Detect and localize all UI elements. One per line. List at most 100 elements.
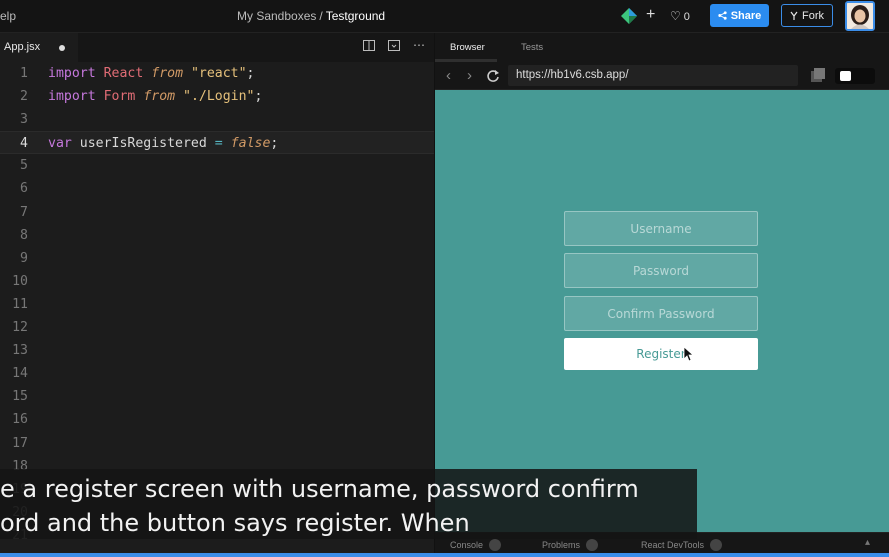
breadcrumb-separator: / xyxy=(319,9,323,23)
address-bar: ‹ › https://hb1v6.csb.app/ xyxy=(435,62,889,90)
line-number: 10 xyxy=(12,273,28,289)
more-options-icon[interactable]: ⋯ xyxy=(413,38,425,52)
line-number: 15 xyxy=(12,389,28,405)
caption-line-1: e a register screen with username, passw… xyxy=(0,475,639,503)
share-button[interactable]: Share xyxy=(710,4,769,27)
code-line[interactable]: 9 xyxy=(0,247,434,270)
line-number: 1 xyxy=(20,66,28,81)
line-number: 6 xyxy=(20,181,28,197)
code-line[interactable]: 11 xyxy=(0,293,434,316)
code-token: = xyxy=(214,136,223,152)
username-input[interactable] xyxy=(564,211,758,246)
refresh-icon[interactable] xyxy=(486,69,500,83)
devtools-tab-label: React DevTools xyxy=(641,540,705,550)
confirm-password-input[interactable] xyxy=(564,296,758,331)
caption-line-2: ord and the button says register. When xyxy=(0,509,470,537)
code-token: import xyxy=(48,89,96,105)
code-line[interactable]: 15 xyxy=(0,385,434,408)
code-token: ; xyxy=(246,66,255,81)
heart-icon: ♡ xyxy=(670,9,681,23)
code-token: userIsRegistered xyxy=(79,136,207,152)
code-line[interactable]: 8 xyxy=(0,224,434,247)
problems-count-badge xyxy=(586,539,599,551)
tab-react-devtools[interactable]: React DevTools xyxy=(641,539,723,551)
password-input[interactable] xyxy=(564,253,758,288)
share-icon xyxy=(718,11,727,20)
code-line[interactable]: 4 var userIsRegistered = false; xyxy=(0,131,434,155)
like-count: 0 xyxy=(683,11,690,23)
split-view-icon[interactable] xyxy=(363,40,375,54)
code-line[interactable]: 13 xyxy=(0,339,434,362)
breadcrumb-parent[interactable]: My Sandboxes xyxy=(237,9,316,23)
toggle-knob xyxy=(840,71,851,81)
code-line[interactable]: 12 xyxy=(0,316,434,339)
code-line[interactable]: 7 xyxy=(0,201,434,224)
line-number: 5 xyxy=(20,158,28,174)
preview-tab-bar: Browser Tests xyxy=(435,33,889,62)
code-text: import React from "react"; xyxy=(48,62,255,85)
console-tab-label: Console xyxy=(450,540,484,550)
tab-problems[interactable]: Problems xyxy=(542,539,599,551)
code-line[interactable]: 2 import Form from "./Login"; xyxy=(0,85,434,108)
line-number: 8 xyxy=(20,227,28,243)
mouse-cursor-icon xyxy=(683,346,693,362)
code-line[interactable]: 14 xyxy=(0,362,434,385)
code-token: ; xyxy=(254,89,263,105)
code-line[interactable]: 1 import React from "react"; xyxy=(0,62,434,85)
preview-toggle[interactable] xyxy=(835,68,875,84)
code-token: Form xyxy=(103,89,136,105)
line-number: 2 xyxy=(20,89,28,105)
url-field[interactable]: https://hb1v6.csb.app/ xyxy=(508,65,798,86)
code-token: ; xyxy=(270,136,279,152)
open-preview-icon[interactable] xyxy=(388,40,400,54)
console-count-badge xyxy=(489,539,502,551)
forward-icon[interactable]: › xyxy=(467,67,472,84)
breadcrumb: My Sandboxes / Testground xyxy=(237,9,385,23)
tab-browser[interactable]: Browser xyxy=(450,42,485,53)
avatar[interactable] xyxy=(845,1,875,31)
bottom-stripe xyxy=(0,553,889,557)
tab-tests[interactable]: Tests xyxy=(521,42,543,53)
cube-icon[interactable] xyxy=(620,7,638,25)
code-text: var userIsRegistered = false; xyxy=(48,132,278,155)
code-line[interactable]: 17 xyxy=(0,432,434,455)
add-icon[interactable]: + xyxy=(646,6,655,24)
menu-help[interactable]: elp xyxy=(0,9,16,23)
problems-tab-label: Problems xyxy=(542,540,581,550)
tab-console[interactable]: Console xyxy=(450,539,502,551)
fork-button[interactable]: Fork xyxy=(781,4,833,27)
collapse-icon[interactable]: ▴ xyxy=(865,537,870,548)
top-bar: elp My Sandboxes / Testground + ♡ 0 Share F… xyxy=(0,0,889,33)
share-label: Share xyxy=(730,9,762,22)
editor-tab-app-jsx[interactable]: App.jsx xyxy=(0,33,78,62)
like-button[interactable]: ♡ 0 xyxy=(670,9,690,23)
unsaved-dot-icon[interactable] xyxy=(59,45,65,51)
code-token: var xyxy=(48,136,72,152)
code-line[interactable]: 16 xyxy=(0,408,434,431)
line-number: 12 xyxy=(12,320,28,336)
fork-label: Fork xyxy=(802,9,824,22)
code-line[interactable]: 3 xyxy=(0,108,434,131)
copy-icon[interactable] xyxy=(808,66,828,85)
back-icon[interactable]: ‹ xyxy=(446,67,451,84)
code-line[interactable]: 10 xyxy=(0,270,434,293)
editor-tab-label: App.jsx xyxy=(4,41,41,53)
breadcrumb-current[interactable]: Testground xyxy=(326,9,385,23)
code-token: import xyxy=(48,66,96,81)
line-number: 3 xyxy=(20,112,28,128)
code-token: from xyxy=(151,66,184,81)
fork-icon xyxy=(790,11,798,20)
line-number: 13 xyxy=(12,343,28,359)
code-token: React xyxy=(103,66,144,81)
code-token: false xyxy=(230,136,271,152)
code-line[interactable]: 5 xyxy=(0,154,434,177)
line-number: 4 xyxy=(20,136,28,152)
code-token: from xyxy=(143,89,176,105)
editor-tab-bar: App.jsx ⋯ xyxy=(0,33,434,62)
register-button[interactable]: Register xyxy=(564,338,758,370)
code-line[interactable]: 6 xyxy=(0,177,434,200)
